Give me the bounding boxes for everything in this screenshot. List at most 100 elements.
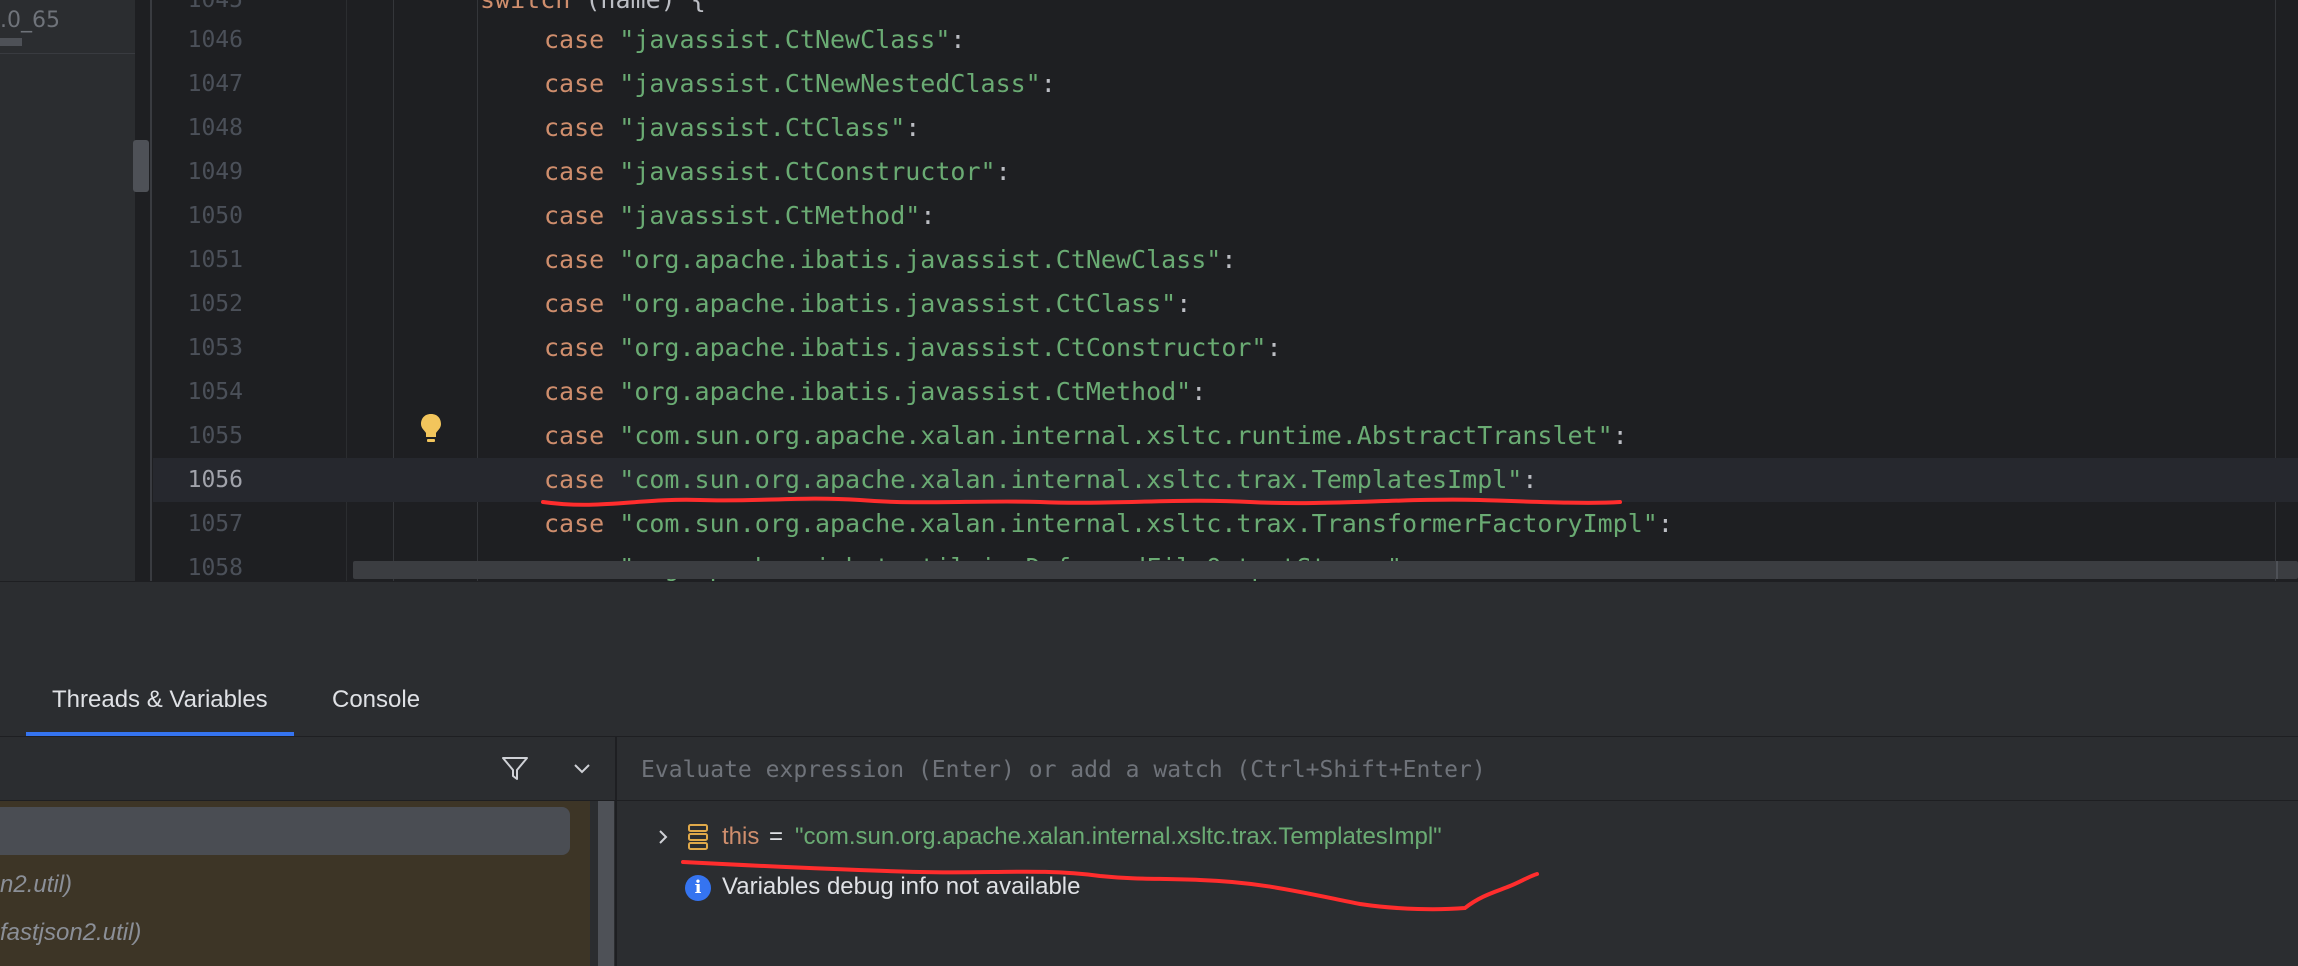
code-line[interactable]: 1055 case "com.sun.org.apache.xalan.inter… xyxy=(153,414,2298,458)
line-number: 1058 xyxy=(187,555,243,581)
line-number: 1053 xyxy=(187,335,243,361)
code-text: case "javassist.CtClass": xyxy=(544,106,920,150)
code-text: case "javassist.CtNewClass": xyxy=(544,18,965,62)
frame-item[interactable]: fastjson2.util) xyxy=(0,909,590,957)
keyword: case xyxy=(544,201,605,230)
frames-toolbar xyxy=(0,737,615,801)
code-text: case "org.apache.ibatis.javassist.CtNewC… xyxy=(544,238,1236,282)
keyword: case xyxy=(544,509,605,538)
keyword: case xyxy=(544,69,605,98)
string-literal: "org.apache.ibatis.javassist.CtConstruct… xyxy=(619,333,1267,362)
variable-equals: = xyxy=(769,823,784,850)
code-text: case "com.sun.org.apache.xalan.internal.… xyxy=(544,502,1673,546)
line-number: 1050 xyxy=(187,203,243,229)
code-line[interactable]: 1052 case "org.apache.ibatis.javassist.Ct… xyxy=(153,282,2298,326)
evaluate-expression-input[interactable] xyxy=(639,737,2283,802)
tree-scrollbar[interactable] xyxy=(133,140,149,192)
code-line[interactable]: 1051 case "org.apache.ibatis.javassist.Ct… xyxy=(153,238,2298,282)
line-number: 1046 xyxy=(187,27,243,53)
keyword: case xyxy=(544,421,605,450)
keyword: case xyxy=(544,289,605,318)
keyword: case xyxy=(544,157,605,186)
info-row: i Variables debug info not available xyxy=(617,865,2298,909)
frames-list[interactable]: n2.util) fastjson2.util) xyxy=(0,801,590,966)
keyword: case xyxy=(544,465,605,494)
line-number: 1047 xyxy=(187,71,243,97)
variables-panel: this = "com.sun.org.apache.xalan.interna… xyxy=(617,737,2298,966)
keyword: case xyxy=(544,113,605,142)
string-literal: "com.sun.org.apache.xalan.internal.xsltc… xyxy=(619,509,1658,538)
tab-label: Console xyxy=(332,686,421,713)
string-literal: "org.apache.ibatis.javassist.CtNewClass" xyxy=(619,245,1222,274)
code-text: case "com.sun.org.apache.xalan.internal.… xyxy=(544,458,1537,502)
code-line[interactable]: 1048 case "javassist.CtClass": xyxy=(153,106,2298,150)
line-number: 1054 xyxy=(187,379,243,405)
string-literal: "javassist.CtClass" xyxy=(619,113,906,142)
code-text: case "com.sun.org.apache.xalan.internal.… xyxy=(544,414,1628,458)
line-number: 1057 xyxy=(187,511,243,537)
code-punctuation: : xyxy=(1522,465,1538,494)
string-literal: "org.apache.ibatis.javassist.CtClass" xyxy=(619,289,1177,318)
evaluate-bar xyxy=(617,737,2298,802)
code-line[interactable]: 1056 case "com.sun.org.apache.xalan.inter… xyxy=(153,458,2298,502)
code-text: case "org.apache.ibatis.javassist.CtCons… xyxy=(544,326,1282,370)
code-punctuation: : xyxy=(1221,245,1237,274)
string-literal: "com.sun.org.apache.xalan.internal.xsltc… xyxy=(619,465,1523,494)
code-line[interactable]: 1049 case "javassist.CtConstructor": xyxy=(153,150,2298,194)
code-line[interactable]: 1050 case "javassist.CtMethod": xyxy=(153,194,2298,238)
code-punctuation: : xyxy=(1040,69,1056,98)
tab-label: Threads & Variables xyxy=(52,686,268,713)
frame-item[interactable]: n2.util) xyxy=(0,861,590,909)
filter-icon[interactable] xyxy=(498,751,532,785)
frame-item[interactable] xyxy=(0,807,570,855)
code-text: case "org.apache.ibatis.javassist.CtMeth… xyxy=(544,370,1206,414)
editor-horizontal-scrollbar[interactable] xyxy=(353,561,2298,579)
code-text: case "javassist.CtConstructor": xyxy=(544,150,1011,194)
string-literal: "javassist.CtNewClass" xyxy=(619,25,951,54)
tree-border xyxy=(150,0,152,581)
keyword: case xyxy=(544,245,605,274)
line-number: 1056 xyxy=(187,467,243,493)
code-text: case "org.apache.ibatis.javassist.CtClas… xyxy=(544,282,1191,326)
code-punctuation: : xyxy=(1266,333,1282,362)
tab-console[interactable]: Console xyxy=(332,664,420,736)
line-number: 1048 xyxy=(187,115,243,141)
keyword: case xyxy=(544,25,605,54)
code-punctuation: : xyxy=(1191,377,1207,406)
variable-row[interactable]: this = "com.sun.org.apache.xalan.interna… xyxy=(617,815,2298,859)
code-line[interactable]: 1057 case "com.sun.org.apache.xalan.inter… xyxy=(153,502,2298,546)
code-punctuation: : xyxy=(920,201,936,230)
keyword: switch xyxy=(480,0,570,14)
string-literal: "com.sun.org.apache.xalan.internal.xsltc… xyxy=(619,421,1613,450)
lightbulb-icon[interactable] xyxy=(419,412,443,446)
frames-panel: n2.util) fastjson2.util) xyxy=(0,737,615,966)
frame-label: n2.util) xyxy=(0,871,73,898)
code-punctuation: : xyxy=(905,113,921,142)
frames-scrollbar[interactable] xyxy=(598,801,614,966)
code-punctuation: : xyxy=(995,157,1011,186)
line-number: 1055 xyxy=(187,423,243,449)
variable-value: "com.sun.org.apache.xalan.internal.xsltc… xyxy=(795,823,1442,850)
code-punctuation: : xyxy=(1657,509,1673,538)
code-text: case "javassist.CtNewNestedClass": xyxy=(544,62,1056,106)
code-line[interactable]: 1047 case "javassist.CtNewNestedClass": xyxy=(153,62,2298,106)
code-text: case "javassist.CtMethod": xyxy=(544,194,935,238)
frame-label: fastjson2.util) xyxy=(0,919,142,946)
code-punctuation: : xyxy=(950,25,966,54)
tree-item-label[interactable]: .0_65 xyxy=(0,8,60,33)
debug-tabbar: Threads & Variables Console xyxy=(0,664,2298,737)
code-line[interactable]: 1053 case "org.apache.ibatis.javassist.Ct… xyxy=(153,326,2298,370)
tab-threads-variables[interactable]: Threads & Variables xyxy=(26,664,294,736)
code-rest: (name) { xyxy=(570,0,705,14)
code-editor[interactable]: 1045 switch (name) { 1046case "javassist… xyxy=(153,0,2298,581)
keyword: case xyxy=(544,333,605,362)
code-line[interactable]: 1046 case "javassist.CtNewClass": xyxy=(153,18,2298,62)
chevron-right-icon[interactable] xyxy=(653,827,673,847)
code-line[interactable]: 1054 case "org.apache.ibatis.javassist.Ct… xyxy=(153,370,2298,414)
project-tree-panel: .0_65 xyxy=(0,0,152,581)
code-punctuation: : xyxy=(1176,289,1192,318)
tree-divider xyxy=(0,53,135,54)
chevron-down-icon[interactable] xyxy=(565,751,599,785)
line-number: 1051 xyxy=(187,247,243,273)
tree-scroll-indicator xyxy=(0,38,22,46)
